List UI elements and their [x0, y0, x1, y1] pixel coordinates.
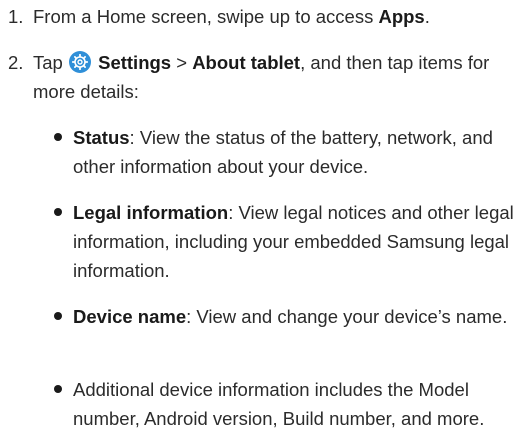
- bullet-text: Device name: View and change your device…: [73, 302, 521, 331]
- step-number: 2.: [8, 52, 24, 73]
- bullet-term: Status: [73, 127, 130, 148]
- path-separator: >: [171, 52, 193, 73]
- step-text: Tap Settings > About tablet, and then ta…: [33, 48, 518, 106]
- about-tablet-label: About tablet: [192, 52, 301, 73]
- bullet-dot: [54, 208, 62, 216]
- apps-label: Apps: [378, 6, 425, 27]
- bullet-description: : View and change your device’s name.: [186, 306, 508, 327]
- bullet-dot: [54, 133, 62, 141]
- step-text-end: .: [424, 6, 430, 27]
- bullet-term: Device name: [73, 306, 187, 327]
- bullet-text: Status: View the status of the battery, …: [73, 123, 521, 181]
- bullet-dot: [54, 385, 62, 393]
- bullet-text: Additional device information includes t…: [73, 375, 521, 433]
- step-text-plain: From a Home screen, swipe up to access: [33, 6, 379, 27]
- settings-gear-icon: [68, 51, 91, 73]
- bullet-description: Additional device information includes t…: [73, 379, 485, 429]
- bullet-term: Legal information: [73, 202, 229, 223]
- step-text: From a Home screen, swipe up to access A…: [33, 2, 518, 31]
- settings-label: Settings: [98, 52, 172, 73]
- step-number: 1.: [8, 6, 24, 27]
- bullet-description: : View the status of the battery, networ…: [73, 127, 493, 177]
- tap-word: Tap: [33, 52, 63, 73]
- bullet-text: Legal information: View legal notices an…: [73, 198, 521, 285]
- bullet-dot: [54, 312, 62, 320]
